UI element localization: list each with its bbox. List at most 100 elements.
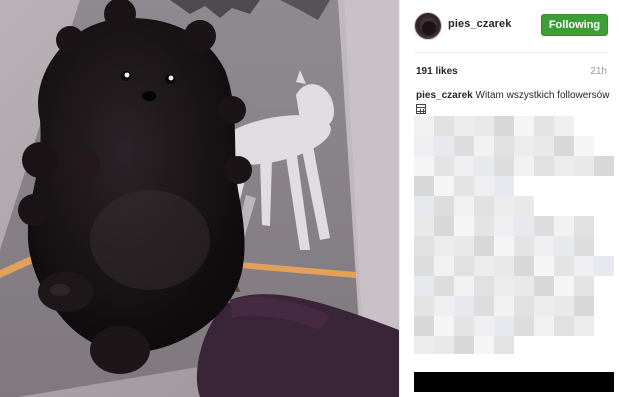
mosaic-tile (434, 116, 454, 136)
mosaic-tile (514, 156, 534, 176)
post-photo[interactable] (0, 0, 399, 397)
mosaic-tile (454, 136, 474, 156)
mosaic-tile (474, 116, 494, 136)
mosaic-tile (474, 196, 494, 216)
mosaic-tile (594, 372, 614, 392)
mosaic-tile (554, 156, 574, 176)
mosaic-tile (494, 176, 514, 196)
mosaic-tile (414, 196, 434, 216)
mosaic-tile (494, 156, 514, 176)
mosaic-tile (434, 336, 454, 354)
pixelated-mosaic (414, 116, 614, 392)
mosaic-tile (554, 276, 574, 296)
censored-comments (414, 116, 619, 397)
mosaic-tile (414, 136, 434, 156)
likes-count[interactable]: 191 likes (416, 66, 458, 77)
mosaic-tile (434, 216, 454, 236)
mosaic-tile (574, 296, 594, 316)
mosaic-tile (414, 236, 434, 256)
mosaic-tile (554, 116, 574, 136)
mosaic-tile (514, 296, 534, 316)
mosaic-tile (574, 156, 594, 176)
caption-text: Witam wszystkich followersów (475, 90, 610, 101)
mosaic-tile (514, 276, 534, 296)
mosaic-tile (574, 276, 594, 296)
mosaic-tile (534, 316, 554, 336)
mosaic-tile (534, 136, 554, 156)
mosaic-tile (534, 156, 554, 176)
mosaic-tile (494, 296, 514, 316)
mosaic-tile (554, 316, 574, 336)
avatar[interactable] (414, 12, 442, 40)
mosaic-tile (434, 372, 454, 392)
mosaic-tile (414, 256, 434, 276)
mosaic-tile (534, 116, 554, 136)
mosaic-tile (434, 316, 454, 336)
mosaic-tile (454, 296, 474, 316)
mosaic-tile (414, 156, 434, 176)
mosaic-tile (574, 236, 594, 256)
mosaic-tile (474, 176, 494, 196)
mosaic-tile (534, 216, 554, 236)
mosaic-tile (554, 256, 574, 276)
mosaic-tile (534, 296, 554, 316)
mosaic-tile (474, 372, 494, 392)
mosaic-tile (434, 196, 454, 216)
mosaic-tile (454, 372, 474, 392)
mosaic-tile (514, 136, 534, 156)
mosaic-tile (494, 116, 514, 136)
mosaic-tile (434, 156, 454, 176)
header-divider (414, 52, 608, 53)
mosaic-tile (474, 156, 494, 176)
mosaic-tile (474, 336, 494, 354)
post-timestamp[interactable]: 21h (590, 66, 607, 77)
mosaic-tile (454, 256, 474, 276)
mosaic-tile (594, 156, 614, 176)
mosaic-tile (494, 336, 514, 354)
mosaic-tile (494, 256, 514, 276)
mosaic-tile (554, 236, 574, 256)
mosaic-tile (414, 176, 434, 196)
mosaic-tile (414, 116, 434, 136)
mosaic-tile (434, 296, 454, 316)
mosaic-tile (414, 372, 434, 392)
mosaic-tile (494, 276, 514, 296)
mosaic-tile (574, 256, 594, 276)
mosaic-tile (474, 276, 494, 296)
author-username[interactable]: pies_czarek (448, 18, 511, 30)
mosaic-tile (434, 176, 454, 196)
mosaic-tile (454, 336, 474, 354)
mosaic-tile (494, 136, 514, 156)
mosaic-tile (434, 256, 454, 276)
mosaic-tile (494, 316, 514, 336)
mosaic-tile (434, 236, 454, 256)
following-button[interactable]: Following (541, 14, 608, 36)
mosaic-tile (494, 216, 514, 236)
mosaic-tile (494, 236, 514, 256)
mosaic-tile (434, 276, 454, 296)
mosaic-tile (454, 216, 474, 236)
mosaic-tile (494, 196, 514, 216)
caption-username[interactable]: pies_czarek (416, 90, 473, 101)
mosaic-tile (534, 256, 554, 276)
mosaic-tile (514, 116, 534, 136)
mosaic-tile (574, 216, 594, 236)
mosaic-tile (454, 196, 474, 216)
mosaic-tile (454, 236, 474, 256)
mosaic-tile (514, 316, 534, 336)
mosaic-tile (594, 256, 614, 276)
mosaic-tile (414, 216, 434, 236)
mosaic-tile (554, 216, 574, 236)
mosaic-tile (574, 316, 594, 336)
mosaic-tile (534, 236, 554, 256)
mosaic-tile (474, 316, 494, 336)
mosaic-tile (534, 276, 554, 296)
mosaic-tile (454, 316, 474, 336)
mosaic-tile (494, 372, 514, 392)
mosaic-tile (474, 256, 494, 276)
mosaic-tile (474, 236, 494, 256)
mosaic-tile (414, 276, 434, 296)
mosaic-tile (414, 336, 434, 354)
mosaic-tile (514, 372, 534, 392)
mosaic-tile (554, 296, 574, 316)
